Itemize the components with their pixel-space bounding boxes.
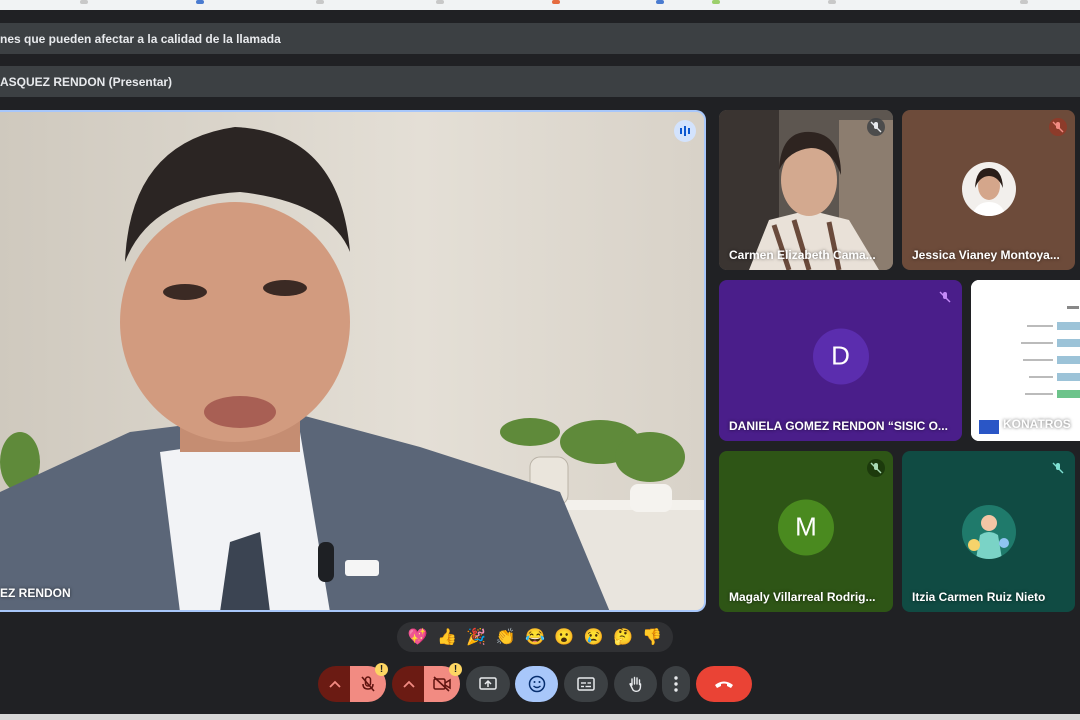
reaction-sad-button[interactable]: 😢	[584, 627, 604, 647]
mic-options-button[interactable]	[318, 666, 352, 702]
participant-tile-carmen[interactable]: Carmen Elizabeth Cama...	[719, 110, 893, 270]
presenting-text: ASQUEZ RENDON (Presentar)	[0, 74, 173, 89]
reaction-surprised-button[interactable]: 😮	[554, 627, 574, 647]
muted-mic-icon	[936, 288, 954, 306]
participant-tile-jessica[interactable]: Jessica Vianey Montoya...	[902, 110, 1075, 270]
participant-tile-magaly[interactable]: M Magaly Villarreal Rodrig...	[719, 451, 893, 612]
network-warning-text: nes que pueden afectar a la calidad de l…	[0, 31, 281, 46]
chevron-up-icon	[329, 680, 341, 688]
participant-name: Magaly Villarreal Rodrig...	[729, 590, 876, 604]
participant-video	[719, 110, 893, 270]
participant-avatar: D	[812, 328, 869, 385]
present-screen-icon	[479, 677, 497, 690]
raise-hand-icon	[628, 676, 641, 693]
end-call-button[interactable]	[696, 666, 752, 702]
participant-name: KONATROS	[1003, 417, 1071, 431]
network-warning-banner: nes que pueden afectar a la calidad de l…	[0, 23, 1080, 54]
participant-name: DANIELA GOMEZ RENDON “SISIC O...	[729, 419, 948, 433]
captions-icon	[577, 677, 595, 691]
participant-avatar	[962, 162, 1016, 216]
speaker-video	[0, 112, 704, 610]
participant-tile-itzia[interactable]: Itzia Carmen Ruiz Nieto	[902, 451, 1075, 612]
participant-tile-screen-share[interactable]: KONATROS	[971, 280, 1080, 441]
mic-warning-badge: !	[375, 663, 388, 676]
muted-mic-icon	[867, 118, 885, 136]
participant-name: Jessica Vianey Montoya...	[912, 248, 1060, 262]
emoji-reactions-button[interactable]	[515, 666, 558, 702]
camera-warning-badge: !	[449, 663, 462, 676]
presenting-banner[interactable]: ASQUEZ RENDON (Presentar)	[0, 66, 1080, 97]
camera-off-icon	[433, 676, 451, 692]
camera-options-button[interactable]	[392, 666, 426, 702]
speaking-indicator-icon	[674, 120, 696, 142]
present-screen-button[interactable]	[466, 666, 510, 702]
main-speaker-tile[interactable]: EZ RENDON	[0, 110, 706, 612]
reaction-party-button[interactable]: 🎉	[466, 627, 486, 647]
reaction-clap-button[interactable]: 👏	[496, 627, 516, 647]
participant-name: Itzia Carmen Ruiz Nieto	[912, 590, 1046, 604]
muted-mic-icon	[867, 459, 885, 477]
mic-off-icon	[361, 676, 375, 692]
chevron-up-icon	[403, 680, 415, 688]
hang-up-icon	[715, 681, 733, 688]
reaction-thumbs-down-button[interactable]: 👎	[642, 627, 662, 647]
reaction-thinking-button[interactable]: 🤔	[613, 627, 633, 647]
captions-button[interactable]	[564, 666, 608, 702]
reactions-bar: 💖 👍 🎉 👏 😂 😮 😢 🤔 👎	[397, 622, 673, 652]
reaction-thumbs-up-button[interactable]: 👍	[437, 627, 457, 647]
reaction-heart-button[interactable]: 💖	[408, 627, 428, 647]
participant-tile-daniela[interactable]: D DANIELA GOMEZ RENDON “SISIC O...	[719, 280, 962, 441]
emoji-icon	[528, 675, 545, 693]
participant-avatar: M	[778, 499, 834, 556]
participant-avatar	[962, 505, 1016, 559]
browser-top-strip	[0, 0, 1080, 10]
main-speaker-name: EZ RENDON	[0, 586, 71, 600]
more-options-button[interactable]	[662, 666, 690, 702]
participant-name: Carmen Elizabeth Cama...	[729, 248, 876, 262]
muted-mic-icon	[1049, 459, 1067, 477]
more-vert-icon	[674, 676, 678, 692]
bottom-edge	[0, 714, 1080, 720]
raise-hand-button[interactable]	[614, 666, 657, 702]
reaction-laugh-button[interactable]: 😂	[525, 627, 545, 647]
muted-mic-icon	[1049, 118, 1067, 136]
